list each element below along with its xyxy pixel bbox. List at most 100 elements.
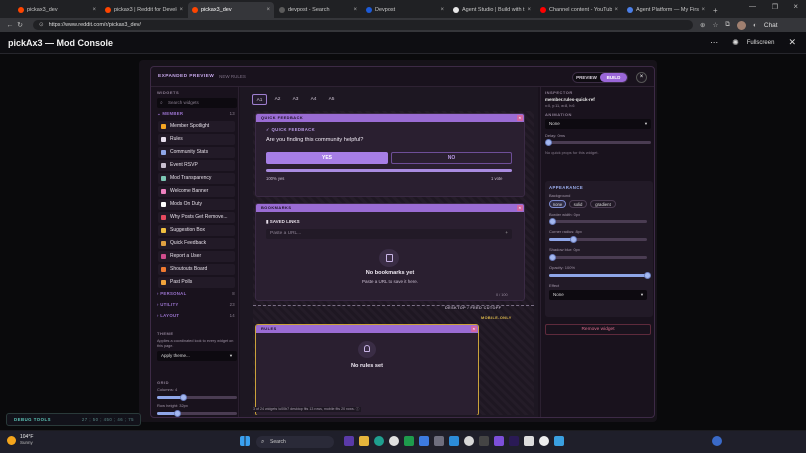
- bg-option-none[interactable]: none: [549, 200, 566, 208]
- close-tab-icon[interactable]: ×: [92, 7, 96, 13]
- columns-slider[interactable]: [157, 394, 237, 401]
- preview-mode-button[interactable]: PREVIEW: [573, 73, 600, 82]
- border-width-slider[interactable]: [549, 218, 647, 225]
- vscode-app-icon[interactable]: [449, 436, 459, 446]
- opacity-slider-handle[interactable]: [643, 272, 651, 279]
- quick-feedback-widget[interactable]: QUICK FEEDBACK × ✓ QUICK FEEDBACK Are yo…: [255, 113, 525, 197]
- category-layout[interactable]: › LAYOUT 14: [157, 313, 237, 320]
- photos-app-icon[interactable]: [419, 436, 429, 446]
- border-width-slider-handle[interactable]: [549, 218, 556, 225]
- frame-tab-a2[interactable]: A2: [270, 94, 285, 105]
- category-utility[interactable]: › UTILITY 23: [157, 302, 237, 309]
- widget-library-item[interactable]: Report a User: [158, 251, 235, 262]
- premiere-app-icon[interactable]: [509, 436, 519, 446]
- reload-icon[interactable]: ↻: [15, 21, 25, 29]
- theme-select[interactable]: Apply theme... ▼: [157, 351, 237, 361]
- info-icon[interactable]: ⓘ: [356, 407, 360, 411]
- columns-slider-handle[interactable]: [180, 394, 188, 401]
- file-explorer-icon[interactable]: [359, 436, 369, 446]
- opacity-slider[interactable]: [549, 272, 651, 279]
- remove-widget-button[interactable]: Remove widget: [545, 324, 651, 335]
- settings-app-icon[interactable]: [434, 436, 444, 446]
- effect-select[interactable]: None ▼: [549, 290, 647, 300]
- close-tab-icon[interactable]: ×: [701, 7, 705, 13]
- widget-library-item[interactable]: Mod Transparency: [158, 173, 235, 184]
- row-height-slider-handle[interactable]: [173, 410, 181, 417]
- site-info-icon[interactable]: ⊙: [39, 22, 44, 28]
- close-tab-icon[interactable]: ×: [266, 7, 270, 13]
- browser-tab[interactable]: devpost - Search ×: [275, 2, 361, 18]
- browser-tab[interactable]: Agent Studio | Build with th... ×: [449, 2, 535, 18]
- widget-library-item[interactable]: Shoutouts Board: [158, 264, 235, 275]
- frame-tab-a5[interactable]: A5: [324, 94, 339, 105]
- debug-tools-bar[interactable]: DEBUG TOOLS 27 ; 50 ; 450 ; 46 ; 75: [6, 413, 141, 426]
- widget-library-item[interactable]: Rules: [158, 134, 235, 145]
- notepad-app-icon[interactable]: [554, 436, 564, 446]
- window-restore-icon[interactable]: ❐: [772, 3, 778, 11]
- remove-widget-icon[interactable]: ×: [471, 326, 477, 332]
- extensions-icon[interactable]: ⧉: [725, 21, 730, 29]
- browser-tab[interactable]: pickax3_dev ×: [14, 2, 100, 18]
- windows-start-icon[interactable]: [240, 436, 250, 446]
- widget-search-input[interactable]: ⌕ Search widgets: [157, 98, 237, 108]
- frame-tab-a3[interactable]: A3: [288, 94, 303, 105]
- close-tab-icon[interactable]: ×: [614, 7, 618, 13]
- close-tab-icon[interactable]: ×: [179, 7, 183, 13]
- copilot-app-icon[interactable]: [344, 436, 354, 446]
- chatgpt-app-icon[interactable]: [464, 436, 474, 446]
- remove-widget-icon[interactable]: ×: [517, 115, 523, 121]
- frame-tab-a4[interactable]: A4: [306, 94, 321, 105]
- edge-browser-icon[interactable]: [374, 436, 384, 446]
- copilot-icon[interactable]: ◐: [753, 22, 757, 29]
- chat-label[interactable]: Chat: [764, 22, 778, 29]
- close-app-icon[interactable]: ✕: [788, 37, 796, 48]
- bookmark-url-input[interactable]: Paste a URL... +: [266, 229, 512, 239]
- new-tab-icon[interactable]: +: [713, 6, 718, 15]
- bg-option-gradient[interactable]: gradient: [590, 200, 616, 208]
- close-modal-button[interactable]: ×: [636, 72, 647, 83]
- widget-library-item[interactable]: Community Stats: [158, 147, 235, 158]
- frame-tab-a1[interactable]: A1: [252, 94, 267, 105]
- widget-drag-bar[interactable]: RULES ×: [256, 325, 478, 333]
- system-tray-icon[interactable]: [712, 436, 722, 446]
- obsidian-app-icon[interactable]: [494, 436, 504, 446]
- widget-library-item[interactable]: Event RSVP: [158, 160, 235, 171]
- taskbar-search[interactable]: ⌕ Search: [256, 436, 334, 448]
- browser-tab[interactable]: Channel content - YouTube ...×: [536, 2, 622, 18]
- vote-no-button[interactable]: NO: [391, 152, 512, 164]
- browser-tab[interactable]: Agent Platform — My First W...×: [623, 2, 709, 18]
- url-bar[interactable]: ⊙ https://www.reddit.com/r/pickax3_dev/: [33, 20, 693, 30]
- close-tab-icon[interactable]: ×: [353, 7, 357, 13]
- build-mode-button[interactable]: BUILD: [600, 73, 627, 82]
- corner-radius-slider[interactable]: [549, 236, 647, 243]
- widget-drag-bar[interactable]: QUICK FEEDBACK ×: [256, 114, 524, 122]
- browser-tab[interactable]: Devpost ×: [362, 2, 448, 18]
- settings-gear-icon[interactable]: ✺: [732, 38, 739, 47]
- weather-widget[interactable]: 104°F Sunny: [7, 435, 33, 445]
- browser-tab-active[interactable]: pickax3_dev ×: [188, 2, 274, 18]
- delay-slider-handle[interactable]: [545, 139, 552, 146]
- widget-library-item[interactable]: Mods On Duty: [158, 199, 235, 210]
- widget-drag-bar[interactable]: BOOKMARKS ×: [256, 204, 524, 212]
- vote-yes-button[interactable]: YES: [266, 152, 388, 164]
- back-icon[interactable]: ←: [5, 22, 15, 29]
- shadow-blur-slider-handle[interactable]: [549, 254, 556, 261]
- more-options-icon[interactable]: ⋯: [710, 38, 718, 47]
- xbox-app-icon[interactable]: [404, 436, 414, 446]
- delay-slider[interactable]: [545, 139, 651, 146]
- terminal-app-icon[interactable]: [479, 436, 489, 446]
- browser-tab[interactable]: pickax3 | Reddit for Develo... ×: [101, 2, 187, 18]
- category-personal[interactable]: › PERSONAL 8: [157, 291, 237, 298]
- capcut-app-icon[interactable]: [524, 436, 534, 446]
- widget-library-item[interactable]: Welcome Banner: [158, 186, 235, 197]
- rules-widget[interactable]: RULES × No rules set: [255, 324, 479, 415]
- remove-widget-icon[interactable]: ×: [517, 205, 523, 211]
- row-height-slider[interactable]: [157, 410, 237, 417]
- animation-select[interactable]: None ▼: [545, 119, 651, 129]
- bg-option-solid[interactable]: solid: [569, 200, 587, 208]
- widget-library-item[interactable]: Member Spotlight: [158, 121, 235, 132]
- widget-library-item[interactable]: Why Posts Get Remove...: [158, 212, 235, 223]
- widget-library-item[interactable]: Past Polls: [158, 277, 235, 288]
- widget-library-item[interactable]: Suggestion Box: [158, 225, 235, 236]
- fullscreen-button[interactable]: Fullscreen: [747, 40, 775, 46]
